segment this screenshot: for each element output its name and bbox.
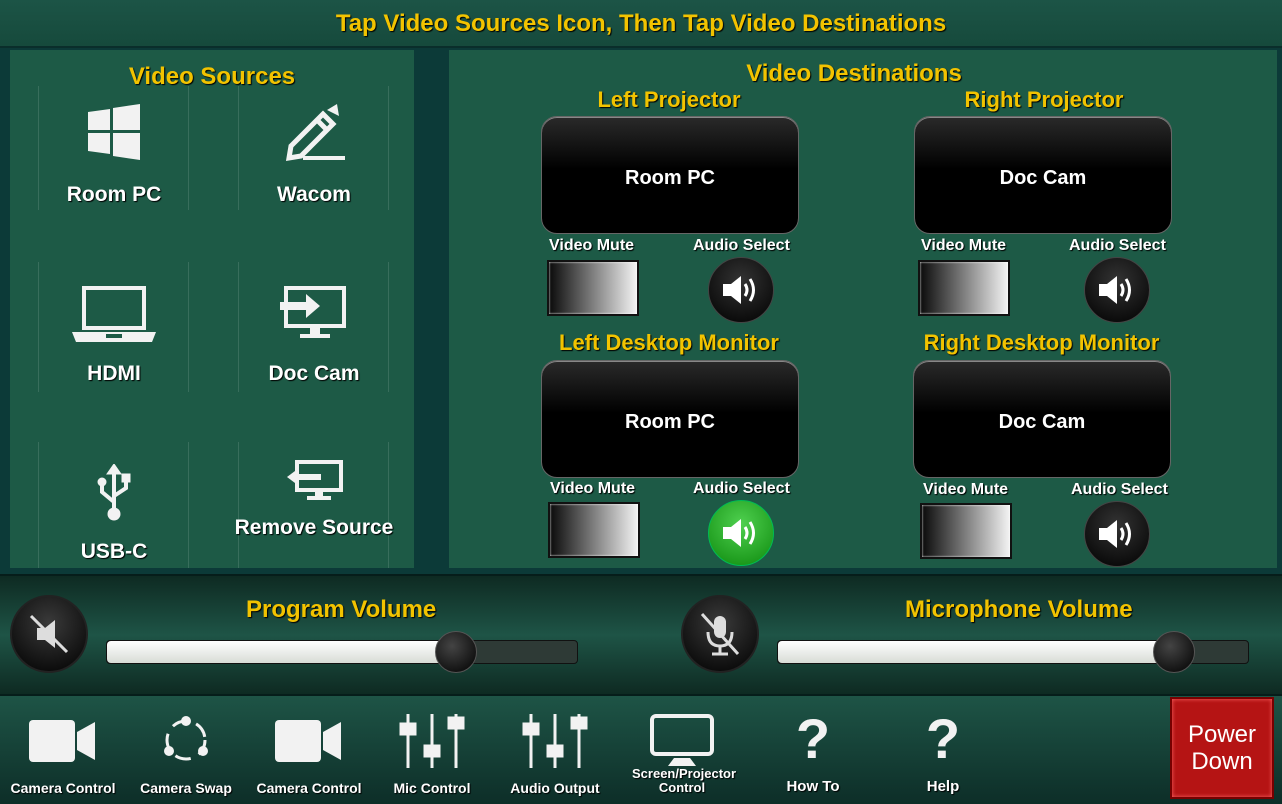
question-icon: ? <box>795 707 831 770</box>
microphone-mute-button[interactable] <box>681 595 759 673</box>
mic-control-button[interactable]: Mic Control <box>374 696 490 804</box>
video-mute-label: Video Mute <box>549 237 635 254</box>
mixer-sliders-icon <box>398 712 466 775</box>
button-label: Audio Output <box>510 780 600 796</box>
audio-select-label: Audio Select <box>1071 481 1168 498</box>
left-desktop-monitor-display-button[interactable]: Room PC <box>541 360 799 478</box>
camera-swap-button[interactable]: Camera Swap <box>126 696 246 804</box>
left-desktop-monitor-audio-select-button[interactable] <box>708 500 774 566</box>
source-label: Remove Source <box>234 516 394 539</box>
source-label: Room PC <box>66 183 162 206</box>
button-label: How To <box>786 778 840 795</box>
help-button[interactable]: ? Help <box>880 696 1006 804</box>
destination-right-projector-title: Right Projector <box>964 87 1124 112</box>
source-label: USB-C <box>80 540 148 563</box>
right-projector-display-button[interactable]: Doc Cam <box>914 116 1172 234</box>
current-source-label: Room PC <box>625 411 715 433</box>
video-destinations-title: Video Destinations <box>746 60 962 87</box>
microphone-volume-fill <box>778 641 1173 663</box>
video-sources-panel: Video Sources Room PC Wacom HDMI Doc Cam <box>10 50 414 568</box>
speaker-muted-icon <box>29 614 69 654</box>
rotate-circle-icon <box>160 714 212 771</box>
speaker-icon <box>723 276 755 304</box>
left-projector-video-mute-button[interactable] <box>547 260 639 316</box>
mixer-sliders-icon <box>521 712 589 775</box>
source-wacom-button[interactable]: Wacom <box>214 90 414 250</box>
power-label-line1: Power <box>1187 721 1257 748</box>
right-desktop-monitor-video-mute-button[interactable] <box>920 503 1012 559</box>
speaker-icon <box>1099 276 1131 304</box>
button-label: Camera Control <box>256 780 362 796</box>
page-title: Tap Video Sources Icon, Then Tap Video D… <box>335 10 947 37</box>
right-projector-audio-select-button[interactable] <box>1084 257 1150 323</box>
audio-select-label: Audio Select <box>1069 237 1166 254</box>
program-volume-fill <box>107 641 455 663</box>
button-label: Camera Swap <box>140 780 232 796</box>
program-volume-knob[interactable] <box>434 631 477 673</box>
left-desktop-monitor-video-mute-button[interactable] <box>548 502 640 558</box>
microphone-muted-icon <box>700 612 740 656</box>
video-destinations-panel: Video Destinations Left Projector Room P… <box>449 50 1277 568</box>
video-sources-title: Video Sources <box>128 63 296 90</box>
button-label: Mic Control <box>393 780 471 796</box>
destination-right-desktop-monitor-title: Right Desktop Monitor <box>923 330 1160 355</box>
button-label: Camera Control <box>10 780 116 796</box>
destination-left-projector-title: Left Projector <box>597 87 741 112</box>
monitor-icon <box>650 714 714 771</box>
windows-icon <box>88 104 140 165</box>
current-source-label: Doc Cam <box>999 167 1087 189</box>
volume-bar: Program Volume Microphone Volume <box>0 574 1282 694</box>
video-mute-label: Video Mute <box>550 480 636 497</box>
button-label: Help <box>926 778 960 795</box>
left-projector-audio-select-button[interactable] <box>708 257 774 323</box>
source-label: Doc Cam <box>268 362 360 385</box>
video-mute-label: Video Mute <box>923 481 1009 498</box>
right-desktop-monitor-audio-select-button[interactable] <box>1084 501 1150 567</box>
audio-select-label: Audio Select <box>693 480 790 497</box>
power-label-line2: Down <box>1191 748 1253 775</box>
microphone-volume-title: Microphone Volume <box>905 596 1133 623</box>
microphone-volume-slider[interactable] <box>777 631 1249 673</box>
current-source-label: Room PC <box>625 167 715 189</box>
video-mute-label: Video Mute <box>921 237 1007 254</box>
monitor-input-icon <box>280 284 348 345</box>
source-label: Wacom <box>277 183 351 206</box>
bottom-toolbar: Camera Control Camera Swap Camera Contro… <box>0 694 1282 804</box>
source-room-pc-button[interactable]: Room PC <box>14 90 214 250</box>
speaker-icon <box>1099 520 1131 548</box>
video-camera-icon <box>29 718 97 769</box>
laptop-icon <box>72 284 156 349</box>
question-icon: ? <box>925 707 961 770</box>
video-camera-icon <box>275 718 343 769</box>
camera-control-2-button[interactable]: Camera Control <box>250 696 368 804</box>
right-desktop-monitor-display-button[interactable]: Doc Cam <box>913 360 1171 478</box>
program-volume-slider[interactable] <box>106 631 578 673</box>
program-mute-button[interactable] <box>10 595 88 673</box>
microphone-volume-knob[interactable] <box>1152 631 1195 673</box>
source-doc-cam-button[interactable]: Doc Cam <box>214 270 414 430</box>
audio-select-label: Audio Select <box>693 237 790 254</box>
source-label: HDMI <box>87 362 141 385</box>
monitor-remove-icon <box>285 460 343 507</box>
program-volume-title: Program Volume <box>246 596 437 623</box>
source-hdmi-button[interactable]: HDMI <box>14 270 214 430</box>
left-projector-display-button[interactable]: Room PC <box>541 116 799 234</box>
camera-control-button[interactable]: Camera Control <box>4 696 122 804</box>
screen-projector-control-button[interactable]: Screen/Projector Control <box>620 696 744 804</box>
button-label: Screen/Projector Control <box>632 766 737 795</box>
header-bar: Tap Video Sources Icon, Then Tap Video D… <box>0 0 1282 48</box>
pen-tablet-icon <box>283 104 345 167</box>
right-projector-video-mute-button[interactable] <box>918 260 1010 316</box>
how-to-button[interactable]: ? How To <box>750 696 876 804</box>
destination-left-desktop-monitor-title: Left Desktop Monitor <box>559 330 779 355</box>
usb-icon <box>94 463 134 527</box>
power-down-button[interactable]: Power Down <box>1170 697 1274 799</box>
audio-output-button[interactable]: Audio Output <box>496 696 614 804</box>
current-source-label: Doc Cam <box>998 411 1086 433</box>
speaker-icon <box>723 519 755 547</box>
